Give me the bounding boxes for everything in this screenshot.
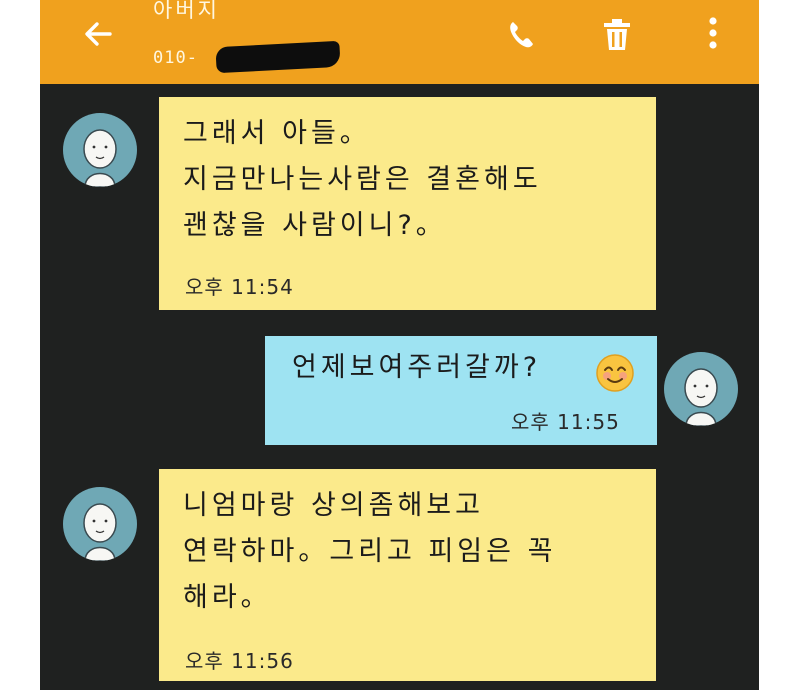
- person-avatar-icon: [83, 503, 117, 561]
- phone-icon[interactable]: [502, 12, 542, 56]
- redaction-mark: [215, 40, 341, 74]
- chat-header: 아버지 010-: [40, 0, 759, 84]
- message-bubble-incoming[interactable]: 그래서 아들。 지금만나는사람은 결혼해도 괜찮을 사람이니?。 오후 11:5…: [159, 97, 656, 310]
- contact-name: 아버지: [153, 0, 220, 22]
- arrow-left-icon[interactable]: [80, 16, 116, 52]
- person-avatar-icon: [684, 368, 718, 426]
- message-text: 언제보여주러갈까?: [292, 352, 542, 383]
- contact-avatar[interactable]: [63, 113, 137, 187]
- smiling-face-emoji-icon: [596, 354, 634, 392]
- message-text: 니엄마랑 상의좀해보고 연락하마。그리고 피임은 꼭 해라。: [183, 490, 557, 613]
- trash-icon[interactable]: [597, 12, 637, 56]
- message-time: 오후 11:56: [185, 649, 294, 673]
- message-time: 오후 11:54: [185, 275, 294, 299]
- message-time: 오후 11:55: [511, 410, 620, 434]
- message-bubble-incoming[interactable]: 니엄마랑 상의좀해보고 연락하마。그리고 피임은 꼭 해라。 오후 11:56: [159, 469, 656, 681]
- message-bubble-outgoing[interactable]: 언제보여주러갈까? 오후 11:55: [265, 336, 657, 445]
- contact-number: 010-: [153, 48, 198, 68]
- person-avatar-icon: [83, 129, 117, 187]
- more-vertical-icon[interactable]: [700, 12, 726, 56]
- my-avatar[interactable]: [664, 352, 738, 426]
- message-text: 그래서 아들。 지금만나는사람은 결혼해도 괜찮을 사람이니?。: [183, 118, 542, 241]
- chat-screen: 아버지 010- 그래서 아들。 지금만나는사람은 결혼해도 괜찮을 사람이니?…: [40, 0, 759, 690]
- contact-avatar[interactable]: [63, 487, 137, 561]
